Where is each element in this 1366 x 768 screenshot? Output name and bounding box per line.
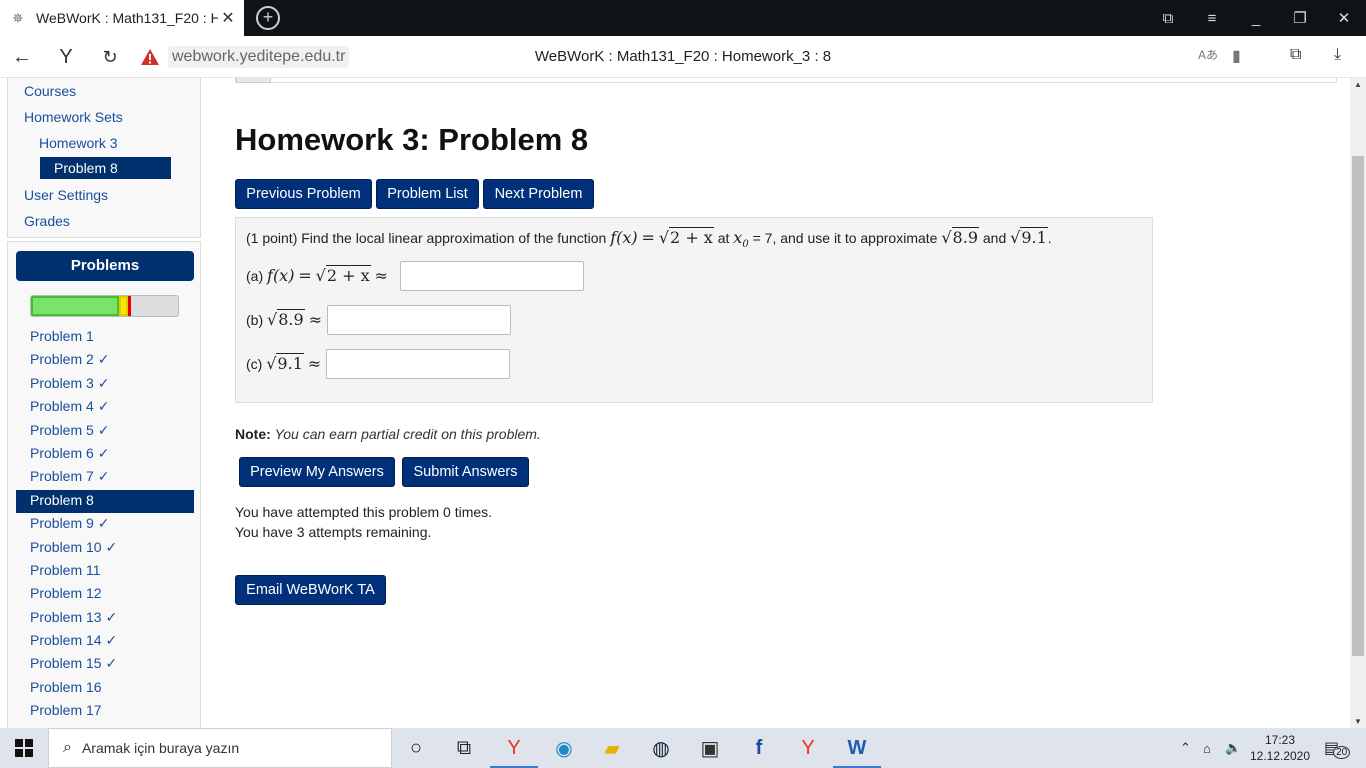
problem-list-item[interactable]: Problem 16 bbox=[16, 677, 194, 700]
sidebar-link-grades[interactable]: Grades bbox=[24, 213, 70, 229]
minimize-icon[interactable]: _ bbox=[1234, 0, 1278, 36]
yandex-icon[interactable]: Y bbox=[784, 728, 832, 768]
problem-list-item[interactable]: Problem 2 ✓ bbox=[16, 349, 194, 372]
partial-credit-note: Note: You can earn partial credit on thi… bbox=[235, 426, 541, 442]
tab-title: WeBWorK : Math131_F20 : H bbox=[36, 10, 218, 26]
scroll-thumb[interactable] bbox=[1352, 156, 1364, 656]
tabs-menu-icon[interactable]: ⧉ bbox=[1146, 0, 1190, 36]
scroll-down-icon[interactable]: ▼ bbox=[1350, 717, 1366, 726]
warning-icon bbox=[141, 49, 159, 65]
browser-tab[interactable]: ✵ WeBWorK : Math131_F20 : H ✕ bbox=[0, 0, 244, 36]
taskbar-search[interactable]: ⌕ Aramak için buraya yazın bbox=[48, 728, 392, 768]
problem-list-item[interactable]: Problem 5 ✓ bbox=[16, 420, 194, 443]
bookmark-icon[interactable]: ▮ bbox=[1232, 46, 1241, 66]
notifications-icon[interactable]: ▤ 20 bbox=[1324, 728, 1351, 768]
close-tab-icon[interactable]: ✕ bbox=[218, 8, 238, 28]
problems-panel: Problems Problem 1 Problem 2 ✓ Problem 3 ✓… bbox=[7, 241, 201, 728]
cortana-icon[interactable]: ○ bbox=[392, 728, 440, 768]
windows-taskbar: ⌕ Aramak için buraya yazın ○ ⧉ Y ◉ ▰ ◍ ▣… bbox=[0, 728, 1366, 768]
problem-list-item[interactable]: Problem 12 bbox=[16, 583, 194, 606]
problem-list-item[interactable]: Problem 3 ✓ bbox=[16, 373, 194, 396]
next-problem-button[interactable]: Next Problem bbox=[483, 179, 594, 209]
close-window-icon[interactable]: ✕ bbox=[1322, 0, 1366, 36]
steam-icon[interactable]: ◍ bbox=[637, 728, 685, 768]
email-ta-button[interactable]: Email WeBWorK TA bbox=[235, 575, 386, 605]
page-content: Courses Homework Sets Homework 3 Problem… bbox=[0, 78, 1350, 728]
problem-list-item[interactable]: Problem 6 ✓ bbox=[16, 443, 194, 466]
sidebar-link-user-settings[interactable]: User Settings bbox=[24, 187, 108, 203]
word-icon[interactable]: W bbox=[833, 728, 881, 768]
part-b-label: (b) √8.9 ≈ bbox=[246, 309, 322, 329]
problem-list-item[interactable]: Problem 17 bbox=[16, 700, 194, 723]
part-c-label: (c) √9.1 ≈ bbox=[246, 353, 322, 373]
progress-correct bbox=[31, 296, 119, 316]
browser-tab-bar: ✵ WeBWorK : Math131_F20 : H ✕ + ⧉ ≡ _ ❐ … bbox=[0, 0, 1366, 36]
answer-b-input[interactable] bbox=[327, 305, 511, 335]
top-frame bbox=[235, 78, 1337, 83]
problems-header: Problems bbox=[16, 251, 194, 281]
sidebar-nav: Courses Homework Sets Homework 3 Problem… bbox=[7, 78, 201, 238]
volume-icon[interactable]: 🔈 bbox=[1225, 728, 1241, 768]
problem-list-item[interactable]: Problem 10 ✓ bbox=[16, 537, 194, 560]
search-placeholder: Aramak için buraya yazın bbox=[81, 740, 240, 756]
sidebar-link-problem-8[interactable]: Problem 8 bbox=[40, 157, 171, 179]
problem-heading: Homework 3: Problem 8 bbox=[235, 122, 589, 157]
tray-chevron-icon[interactable]: ⌃ bbox=[1180, 728, 1191, 768]
problem-list-item[interactable]: Problem 15 ✓ bbox=[16, 653, 194, 676]
problem-list: Problem 1 Problem 2 ✓ Problem 3 ✓ Problem 4… bbox=[16, 326, 194, 724]
problem-list-item[interactable]: Problem 11 bbox=[16, 560, 194, 583]
search-icon: ⌕ bbox=[63, 739, 72, 756]
download-icon[interactable]: ⤓ bbox=[1334, 46, 1341, 64]
sidebar-link-homework-sets[interactable]: Homework Sets bbox=[24, 109, 123, 125]
problem-list-item[interactable]: Problem 14 ✓ bbox=[16, 630, 194, 653]
restore-icon[interactable]: ❐ bbox=[1278, 0, 1322, 36]
address-bar: ← Y ↻ webwork.yeditepe.edu.tr WeBWorK : … bbox=[0, 36, 1366, 78]
previous-problem-button[interactable]: Previous Problem bbox=[235, 179, 372, 209]
page-scrollbar[interactable]: ▲ ▼ bbox=[1350, 78, 1366, 728]
attempted-text: You have attempted this problem 0 times. bbox=[235, 504, 493, 520]
submit-answers-button[interactable]: Submit Answers bbox=[402, 457, 529, 487]
problem-list-item[interactable]: Problem 1 bbox=[16, 326, 194, 349]
network-icon[interactable]: ⌂ bbox=[1203, 728, 1211, 768]
new-tab-icon[interactable]: + bbox=[256, 6, 280, 30]
file-explorer-icon[interactable]: ▰ bbox=[588, 728, 636, 768]
problem-list-button[interactable]: Problem List bbox=[376, 179, 479, 209]
part-a-label: (a) f(x) = √2 + x ≈ bbox=[246, 265, 388, 285]
edge-icon[interactable]: ◉ bbox=[540, 728, 588, 768]
sidebar-link-courses[interactable]: Courses bbox=[24, 83, 76, 99]
answer-c-input[interactable] bbox=[326, 349, 510, 379]
problem-list-item[interactable]: Problem 4 ✓ bbox=[16, 396, 194, 419]
problem-list-item[interactable]: Problem 9 ✓ bbox=[16, 513, 194, 536]
reload-icon[interactable]: ↻ bbox=[90, 36, 130, 78]
answer-a-input[interactable] bbox=[400, 261, 584, 291]
url-text: webwork.yeditepe.edu.tr bbox=[168, 46, 350, 68]
progress-partial bbox=[119, 296, 128, 316]
scroll-up-icon[interactable]: ▲ bbox=[1350, 80, 1366, 89]
progress-incorrect bbox=[128, 296, 131, 316]
yandex-logo-icon[interactable]: Y bbox=[46, 36, 86, 78]
problem-statement: (1 point) Find the local linear approxim… bbox=[246, 227, 1052, 250]
webwork-favicon-icon: ✵ bbox=[12, 10, 24, 26]
facebook-icon[interactable]: f bbox=[735, 728, 783, 768]
problem-list-item[interactable]: Problem 8 bbox=[16, 489, 194, 514]
back-icon[interactable]: ← bbox=[2, 36, 42, 78]
url-field[interactable]: webwork.yeditepe.edu.tr bbox=[140, 44, 350, 70]
remaining-text: You have 3 attempts remaining. bbox=[235, 524, 432, 540]
task-view-icon[interactable]: ⧉ bbox=[440, 728, 488, 768]
taskbar-clock[interactable]: 17:23 12.12.2020 bbox=[1240, 732, 1320, 764]
problem-list-item[interactable]: Problem 13 ✓ bbox=[16, 607, 194, 630]
collections-icon[interactable]: ⧉ bbox=[1290, 46, 1301, 64]
translate-icon[interactable]: Aあ bbox=[1198, 46, 1218, 63]
sidebar-link-homework-3[interactable]: Homework 3 bbox=[39, 135, 118, 151]
windows-start-icon[interactable] bbox=[0, 728, 48, 768]
progress-bar bbox=[30, 295, 179, 317]
menu-icon[interactable]: ≡ bbox=[1190, 0, 1234, 36]
yandex-browser-icon[interactable]: Y bbox=[490, 728, 538, 768]
store-icon[interactable]: ▣ bbox=[686, 728, 734, 768]
problem-list-item[interactable]: Problem 7 ✓ bbox=[16, 466, 194, 489]
problem-box: (1 point) Find the local linear approxim… bbox=[235, 217, 1153, 403]
preview-answers-button[interactable]: Preview My Answers bbox=[239, 457, 395, 487]
